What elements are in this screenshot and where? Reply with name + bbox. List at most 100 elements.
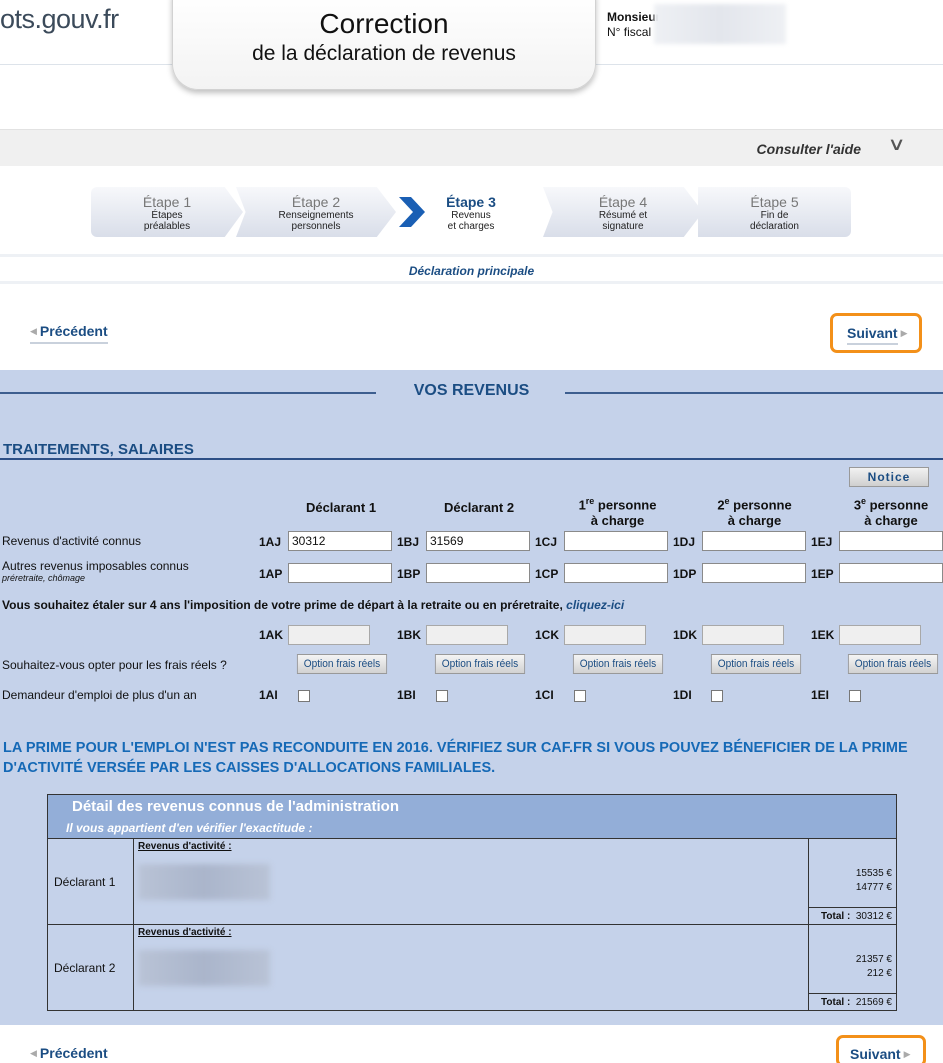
row-divider <box>133 925 134 1011</box>
code-1cj: 1CJ <box>535 535 558 549</box>
section-title: VOS REVENUS <box>413 382 530 399</box>
redacted-user-info <box>654 4 786 44</box>
etaler-question: Vous souhaitez étaler sur 4 ans l'imposi… <box>2 598 625 612</box>
frais-reels-button-1[interactable]: Option frais réels <box>296 654 388 674</box>
col-declarant-2: Déclarant 2 <box>443 500 515 515</box>
subsection-title: TRAITEMENTS, SALAIRES <box>3 441 194 458</box>
input-1ej[interactable] <box>839 531 943 551</box>
input-1cp[interactable] <box>564 563 668 583</box>
step-1[interactable]: Étape 1 Étapes préalables <box>91 187 243 237</box>
progress-steps: Étape 1 Étapes préalables Étape 2 Rensei… <box>91 187 851 237</box>
col-declarant-1: Déclarant 1 <box>305 500 377 515</box>
checkbox-1ci[interactable] <box>574 690 586 702</box>
code-1ap: 1AP <box>259 567 283 581</box>
notice-button[interactable]: Notice <box>849 467 929 487</box>
col-personne-3: 3e personne à charge <box>853 496 929 529</box>
arrow-left-icon: ◀ <box>30 326 37 336</box>
step-4: Étape 4 Résumé et signature <box>543 187 703 237</box>
frais-reels-button-3[interactable]: Option frais réels <box>572 654 664 674</box>
code-1di: 1DI <box>673 688 692 702</box>
frais-reels-button-5[interactable]: Option frais réels <box>847 654 939 674</box>
row-divider <box>808 839 809 925</box>
row-divider <box>808 925 809 1011</box>
prime-emploi-message: LA PRIME POUR L'EMPLOI N'EST PAS RECONDU… <box>3 740 908 776</box>
code-1ei: 1EI <box>811 688 830 702</box>
checkbox-1ei[interactable] <box>849 690 861 702</box>
frais-reels-label: Souhaitez-vous opter pour les frais réel… <box>2 658 227 672</box>
user-civility: Monsieur <box>607 10 661 24</box>
input-1bj[interactable]: 31569 <box>426 531 530 551</box>
code-1bp: 1BP <box>397 567 421 581</box>
cliquez-ici-link[interactable]: cliquez-ici <box>566 598 624 612</box>
code-1ci: 1CI <box>535 688 554 702</box>
col-personne-2: 2e personne à charge <box>717 496 792 529</box>
input-1ek <box>839 625 921 645</box>
code-1bi: 1BI <box>397 688 416 702</box>
page-subtitle: de la déclaration de revenus <box>252 42 516 65</box>
arrow-right-icon: ▶ <box>903 1049 911 1059</box>
input-1ak <box>288 625 370 645</box>
code-1dk: 1DK <box>673 628 698 642</box>
detail-total-2: Total : 21569 € <box>821 997 892 1008</box>
redacted-employer-2 <box>138 950 270 986</box>
next-button[interactable]: Suivant ▶ <box>830 313 922 353</box>
code-1ck: 1CK <box>535 628 560 642</box>
input-1cj[interactable] <box>564 531 668 551</box>
previous-button[interactable]: ◀ Précédent <box>30 323 108 344</box>
fiscal-number-label: N° fiscal <box>607 25 652 39</box>
code-1ek: 1EK <box>811 628 835 642</box>
step-2[interactable]: Étape 2 Renseignements personnels <box>236 187 396 237</box>
detail-category-2: Revenus d'activité : <box>138 927 232 938</box>
input-1dk <box>702 625 784 645</box>
detail-amounts-2: 21357 € 212 € <box>855 954 892 979</box>
input-1aj[interactable]: 30312 <box>288 531 392 551</box>
help-bar: Consulter l'aide ∨ <box>0 129 943 166</box>
detail-total-1: Total : 30312 € <box>821 911 892 922</box>
code-1dj: 1DJ <box>673 535 696 549</box>
input-1dj[interactable] <box>702 531 806 551</box>
code-1bj: 1BJ <box>397 535 420 549</box>
revenus-detail-table: Détail des revenus connus de l'administr… <box>47 794 897 1011</box>
total-divider <box>808 993 896 994</box>
arrow-right-icon: ▶ <box>900 328 908 338</box>
code-1ak: 1AK <box>259 628 284 642</box>
code-1ai: 1AI <box>259 688 278 702</box>
detail-row-declarant-1: Déclarant 1 Revenus d'activité : 15535 €… <box>48 838 896 925</box>
input-1ap[interactable] <box>288 563 392 583</box>
input-1bp[interactable] <box>426 563 530 583</box>
arrow-left-icon: ◀ <box>30 1048 37 1058</box>
row-divider <box>133 839 134 925</box>
help-link[interactable]: Consulter l'aide <box>757 141 861 157</box>
code-1ej: 1EJ <box>811 535 833 549</box>
site-logo[interactable]: ots.gouv.fr <box>0 4 119 35</box>
user-info: Monsieur N° fiscal <box>607 10 660 40</box>
frais-reels-button-4[interactable]: Option frais réels <box>710 654 802 674</box>
code-1dp: 1DP <box>673 567 697 581</box>
code-1ep: 1EP <box>811 567 834 581</box>
subsection-rule <box>0 458 943 460</box>
frais-reels-button-2[interactable]: Option frais réels <box>434 654 526 674</box>
total-divider <box>808 907 896 908</box>
current-step-arrow-icon <box>399 197 425 227</box>
input-1ep[interactable] <box>839 563 943 583</box>
next-button-bottom[interactable]: Suivant ▶ <box>836 1035 926 1063</box>
redacted-employer-1 <box>138 864 270 900</box>
code-1aj: 1AJ <box>259 535 282 549</box>
col-personne-1: 1re personne à charge <box>578 496 657 529</box>
autres-revenus-label: Autres revenus imposables connus préretr… <box>2 559 189 583</box>
detail-subtitle: Il vous appartient d'en vérifier l'exact… <box>66 821 313 835</box>
checkbox-1di[interactable] <box>711 690 723 702</box>
input-1dp[interactable] <box>702 563 806 583</box>
checkbox-1ai[interactable] <box>298 690 310 702</box>
detail-title: Détail des revenus connus de l'administr… <box>72 798 399 815</box>
input-1bk <box>426 625 508 645</box>
title-panel: Correction de la déclaration de revenus <box>172 0 596 90</box>
page-title: Correction <box>319 8 449 39</box>
autres-revenus-sublabel: préretraite, chômage <box>2 573 86 583</box>
page: ots.gouv.fr Correction de la déclaration… <box>0 0 943 1063</box>
chevron-double-down-icon[interactable]: ∨ <box>887 134 905 155</box>
detail-header: Détail des revenus connus de l'administr… <box>48 795 896 838</box>
previous-button-bottom[interactable]: ◀ Précédent <box>30 1045 108 1063</box>
checkbox-1bi[interactable] <box>436 690 448 702</box>
detail-declarant-2-label: Déclarant 2 <box>54 961 116 975</box>
